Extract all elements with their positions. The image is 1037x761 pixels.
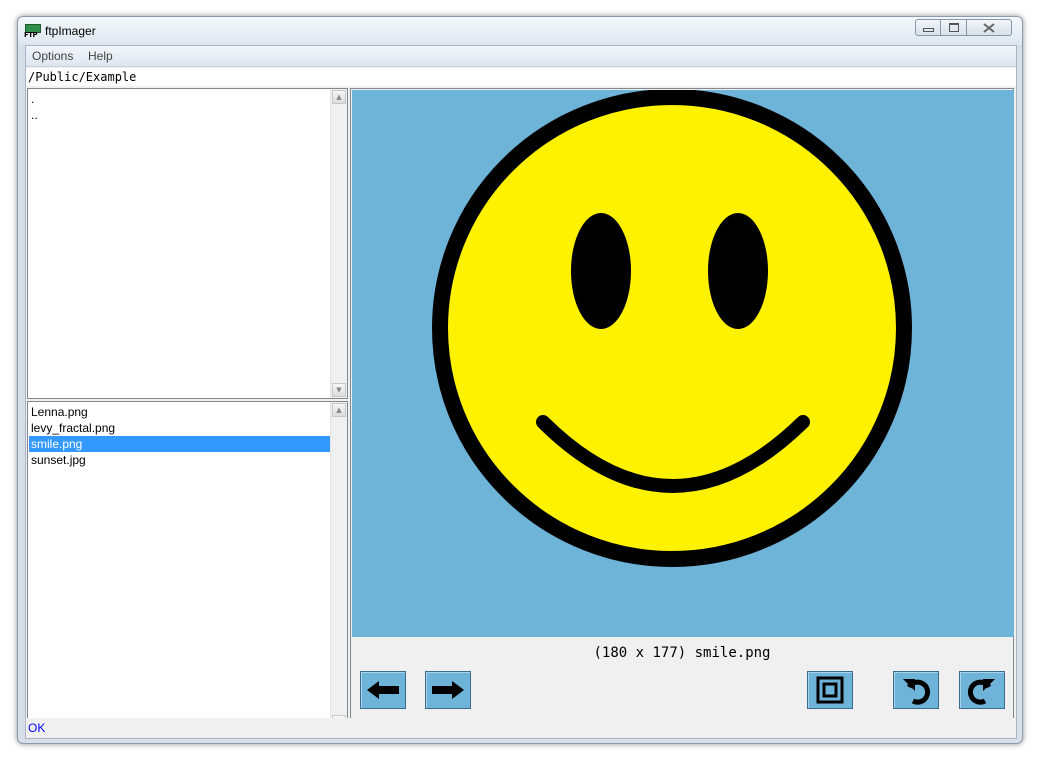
directory-item[interactable]: .. (29, 107, 331, 123)
file-item[interactable]: sunset.jpg (29, 452, 331, 468)
minimize-button[interactable] (915, 19, 941, 36)
menu-bar: Options Help (26, 46, 1016, 67)
smiley-face-image (432, 89, 912, 567)
image-viewer: (180 x 177) smile.png (350, 88, 1014, 737)
next-image-button[interactable] (425, 671, 471, 709)
client-area: Options Help /Public/Example . .. ▲ ▼ Le… (25, 45, 1017, 739)
status-text: OK (28, 721, 46, 735)
scroll-down-icon[interactable]: ▼ (332, 383, 346, 397)
file-scrollbar[interactable]: ▲ ▼ (330, 402, 347, 730)
app-window: FTP ftpImager Options Help /Public/Examp… (17, 16, 1023, 744)
fit-window-button[interactable] (807, 671, 853, 709)
maximize-button[interactable] (941, 19, 967, 36)
arrow-left-icon (367, 681, 399, 699)
file-list[interactable]: Lenna.png levy_fractal.png smile.png sun… (27, 401, 348, 731)
close-icon (983, 22, 995, 33)
rotate-left-icon (903, 679, 931, 705)
status-bar: OK (26, 718, 1016, 738)
image-canvas (352, 89, 1014, 637)
directory-list[interactable]: . .. ▲ ▼ (27, 88, 348, 399)
file-item[interactable]: levy_fractal.png (29, 420, 331, 436)
image-caption: (180 x 177) smile.png (593, 645, 771, 661)
file-item[interactable]: Lenna.png (29, 404, 331, 420)
minimize-icon (922, 28, 934, 32)
fit-window-icon (816, 676, 844, 704)
scroll-up-icon[interactable]: ▲ (332, 403, 346, 417)
title-bar[interactable]: FTP ftpImager (18, 17, 1022, 45)
directory-item[interactable]: . (29, 91, 331, 107)
directory-scrollbar[interactable]: ▲ ▼ (330, 89, 347, 398)
maximize-icon (948, 23, 959, 32)
file-item-selected[interactable]: smile.png (29, 436, 331, 452)
current-path: /Public/Example (28, 70, 137, 84)
rotate-right-button[interactable] (959, 671, 1005, 709)
window-title: ftpImager (45, 24, 96, 38)
menu-help[interactable]: Help (88, 49, 113, 63)
smiley-left-eye (571, 213, 631, 329)
close-button[interactable] (967, 19, 1012, 36)
app-icon: FTP (24, 24, 41, 39)
smiley-right-eye (708, 213, 768, 329)
rotate-left-button[interactable] (893, 671, 939, 709)
previous-image-button[interactable] (360, 671, 406, 709)
menu-options[interactable]: Options (32, 49, 73, 63)
scroll-up-icon[interactable]: ▲ (332, 90, 346, 104)
arrow-right-icon (432, 681, 464, 699)
rotate-right-icon (967, 679, 995, 705)
path-bar: /Public/Example (26, 68, 1016, 86)
